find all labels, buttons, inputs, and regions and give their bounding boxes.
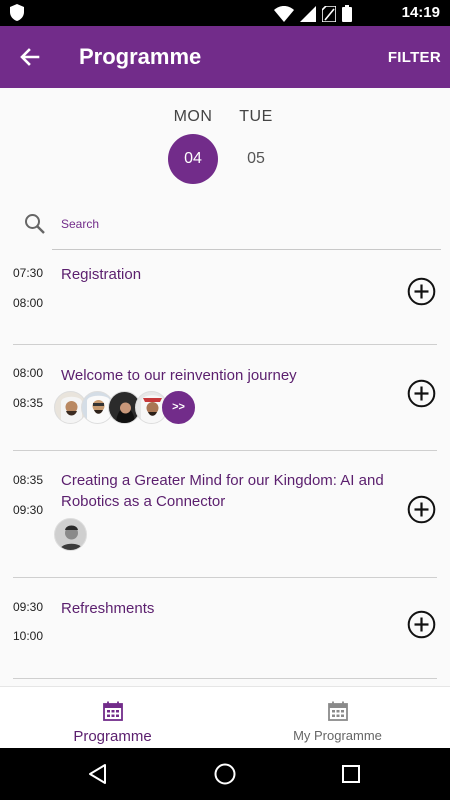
search-input[interactable]: Search xyxy=(61,217,99,231)
no-sim-icon xyxy=(322,5,336,22)
home-circle-icon[interactable] xyxy=(213,762,237,786)
session-item[interactable]: 08:35 09:30 Creating a Greater Mind for … xyxy=(0,451,450,578)
tab-my-programme[interactable]: My Programme xyxy=(225,687,450,749)
filter-button[interactable]: FILTER xyxy=(388,49,441,66)
add-circle-icon[interactable] xyxy=(407,495,436,524)
battery-icon xyxy=(342,5,352,22)
session-start-time: 08:00 xyxy=(13,366,44,380)
session-item[interactable]: 07:30 08:00 Registration xyxy=(0,250,450,345)
speaker-avatars: >> xyxy=(54,391,195,424)
search-bar[interactable]: Search xyxy=(0,205,450,250)
session-item[interactable]: 09:30 10:00 Refreshments xyxy=(0,578,450,680)
day-tab-mon[interactable]: MON 04 xyxy=(163,108,223,184)
session-title: Creating a Greater Mind for our Kingdom:… xyxy=(61,472,384,510)
more-speakers-button[interactable]: >> xyxy=(162,391,195,424)
search-icon xyxy=(25,214,45,234)
day-name: TUE xyxy=(239,108,273,125)
back-arrow-icon[interactable] xyxy=(16,43,44,71)
page-title: Programme xyxy=(79,44,202,69)
back-triangle-icon[interactable] xyxy=(86,762,110,786)
calendar-icon xyxy=(102,701,123,721)
session-end-time: 10:00 xyxy=(13,629,44,643)
add-circle-icon[interactable] xyxy=(407,379,436,408)
system-navigation-bar xyxy=(0,748,450,800)
day-name: MON xyxy=(173,108,213,125)
session-end-time: 08:00 xyxy=(13,296,44,310)
session-start-time: 07:30 xyxy=(13,266,44,280)
session-title: Welcome to our reinvention journey xyxy=(61,367,297,384)
add-circle-icon[interactable] xyxy=(407,610,436,639)
divider xyxy=(13,678,437,679)
speaker-avatars xyxy=(54,518,87,551)
day-number: 05 xyxy=(247,150,265,167)
session-start-time: 08:35 xyxy=(13,473,44,487)
day-tab-tue[interactable]: TUE 05 xyxy=(226,108,286,184)
app-bar: Programme FILTER xyxy=(0,26,450,88)
day-number: 04 xyxy=(168,134,218,184)
session-title: Registration xyxy=(61,266,142,283)
day-selector: MON 04 TUE 05 xyxy=(0,88,450,198)
tab-label: Programme xyxy=(73,728,152,745)
tab-label: My Programme xyxy=(293,728,382,743)
wifi-icon xyxy=(274,5,294,22)
avatar[interactable] xyxy=(54,518,87,551)
session-item[interactable]: 08:00 08:35 Welcome to our reinvention j… xyxy=(0,345,450,451)
session-end-time: 08:35 xyxy=(13,396,44,410)
status-bar: 14:19 xyxy=(0,0,450,26)
calendar-icon xyxy=(327,701,348,721)
shield-icon xyxy=(10,4,24,21)
session-title: Refreshments xyxy=(61,600,155,617)
session-start-time: 09:30 xyxy=(13,600,44,614)
bottom-navigation: Programme My Programme xyxy=(0,686,450,748)
session-end-time: 09:30 xyxy=(13,503,44,517)
tab-programme[interactable]: Programme xyxy=(0,687,225,749)
signal-icon xyxy=(300,5,316,22)
status-time: 14:19 xyxy=(401,4,440,21)
add-circle-icon[interactable] xyxy=(407,277,436,306)
recents-square-icon[interactable] xyxy=(339,762,363,786)
